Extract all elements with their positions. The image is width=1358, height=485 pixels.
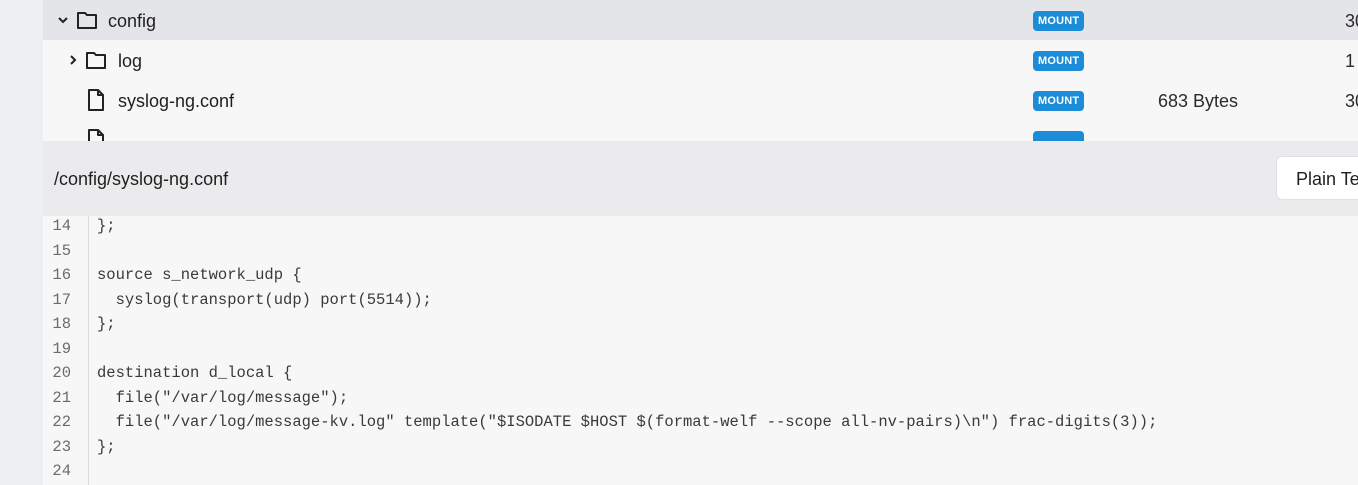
mount-badge: MOUNT bbox=[1033, 131, 1085, 141]
code-line[interactable]: 14}; bbox=[43, 216, 1358, 238]
line-number: 18 bbox=[52, 315, 71, 333]
mount-badge: MOUNT bbox=[1033, 51, 1085, 71]
code-line[interactable]: 22 file("/var/log/message-kv.log" templa… bbox=[43, 410, 1358, 434]
code-text[interactable]: syslog(transport(udp) port(5514)); bbox=[97, 288, 432, 312]
left-gutter bbox=[0, 0, 43, 485]
syntax-mode-button[interactable]: Plain Text bbox=[1276, 156, 1358, 200]
tree-row-config[interactable]: config MOUNT 30 bbox=[43, 0, 1358, 40]
mount-badge: MOUNT bbox=[1033, 91, 1085, 111]
code-text[interactable]: }; bbox=[97, 312, 116, 336]
size-label: 683 Bytes bbox=[1158, 91, 1239, 111]
code-text[interactable]: file("/var/log/message"); bbox=[97, 386, 349, 410]
file-header: /config/syslog-ng.conf Plain Text bbox=[43, 141, 1358, 216]
chevron-down-icon[interactable] bbox=[56, 13, 70, 27]
code-line[interactable]: 21 file("/var/log/message"); bbox=[43, 386, 1358, 410]
code-text[interactable]: }; bbox=[97, 216, 116, 238]
line-number: 15 bbox=[52, 241, 71, 260]
folder-icon bbox=[85, 50, 107, 70]
folder-icon bbox=[76, 10, 98, 30]
line-number: 23 bbox=[52, 437, 71, 456]
line-number: 22 bbox=[52, 413, 71, 431]
line-number: 16 bbox=[52, 266, 71, 284]
code-line[interactable]: 17 syslog(transport(udp) port(5514)); bbox=[43, 288, 1358, 312]
line-number: 20 bbox=[52, 364, 71, 382]
tree-row-log[interactable]: log MOUNT 1 bbox=[43, 40, 1358, 80]
line-number: 19 bbox=[52, 339, 71, 358]
chevron-right-icon[interactable] bbox=[66, 53, 80, 67]
code-editor[interactable]: 14}; 15 16 source s_network_udp {17 syslog(… bbox=[43, 216, 1358, 485]
mount-badge: MOUNT bbox=[1033, 11, 1085, 31]
tree-item-label: config bbox=[108, 11, 157, 31]
code-text[interactable]: file("/var/log/message-kv.log" template(… bbox=[97, 410, 1158, 434]
line-number: 21 bbox=[52, 388, 71, 407]
code-line[interactable]: 16 source s_network_udp { bbox=[43, 263, 1358, 287]
code-line[interactable]: 19 bbox=[43, 337, 1358, 361]
count-label: 30 bbox=[1345, 11, 1358, 31]
code-line[interactable]: 23}; bbox=[43, 435, 1358, 459]
line-number: 17 bbox=[52, 290, 71, 309]
tree-item-label: syslog-ng.conf bbox=[118, 91, 235, 111]
line-number: 24 bbox=[52, 462, 71, 480]
code-text[interactable]: source s_network_udp { bbox=[97, 263, 302, 287]
file-path: /config/syslog-ng.conf bbox=[54, 169, 229, 189]
count-label: 1 bbox=[1345, 51, 1356, 71]
code-line[interactable]: 20 destination d_local { bbox=[43, 361, 1358, 385]
tree-row-syslog-ng-conf[interactable]: syslog-ng.conf MOUNT 683 Bytes 30 bbox=[43, 80, 1358, 120]
tree-row-partial[interactable]: MOUNT bbox=[43, 120, 1358, 141]
tree-item-label: log bbox=[118, 51, 143, 71]
file-tree: config MOUNT 30 log MOUNT 1 syslog-ng.co… bbox=[43, 0, 1358, 141]
file-icon bbox=[87, 129, 105, 141]
code-text[interactable]: destination d_local { bbox=[97, 361, 292, 385]
line-number: 14 bbox=[52, 217, 71, 235]
code-text[interactable]: }; bbox=[97, 435, 116, 459]
code-line[interactable]: 24 bbox=[43, 459, 1358, 483]
code-line[interactable]: 15 bbox=[43, 239, 1358, 263]
file-icon bbox=[87, 89, 105, 111]
code-line[interactable]: 18}; bbox=[43, 312, 1358, 336]
count-label: 30 bbox=[1345, 91, 1358, 111]
